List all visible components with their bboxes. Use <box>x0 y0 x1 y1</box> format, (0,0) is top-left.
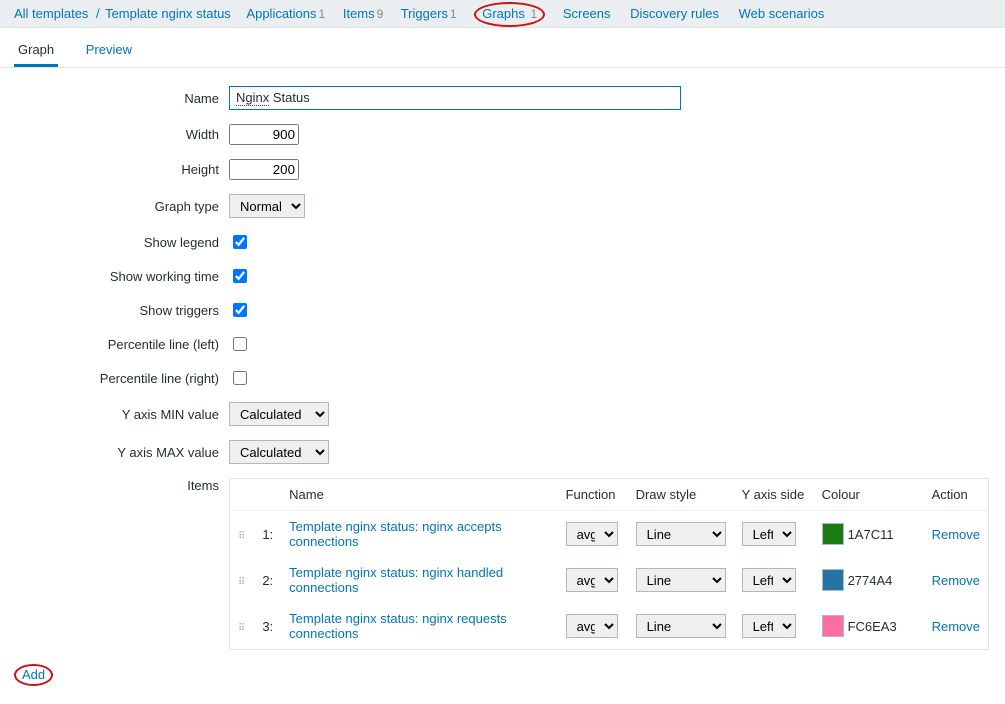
link-screens[interactable]: Screens <box>563 6 611 21</box>
func-select[interactable]: avg <box>566 522 618 546</box>
label-percleft: Percentile line (left) <box>14 337 229 352</box>
label-ymin: Y axis MIN value <box>14 407 229 422</box>
working-check[interactable] <box>233 269 247 283</box>
remove-link[interactable]: Remove <box>932 619 980 634</box>
side-select[interactable]: Left <box>742 522 796 546</box>
link-triggers[interactable]: Triggers <box>401 6 448 21</box>
items-table: Name Function Draw style Y axis side Col… <box>230 479 988 649</box>
count-graphs: 1 <box>531 7 538 21</box>
link-all-templates[interactable]: All templates <box>14 6 88 21</box>
draw-select[interactable]: Line <box>636 522 726 546</box>
breadcrumb-bar: All templates / Template nginx status Ap… <box>0 0 1005 28</box>
side-select[interactable]: Left <box>742 614 796 638</box>
color-code: 2774A4 <box>848 573 893 588</box>
func-select[interactable]: avg <box>566 568 618 592</box>
name-text-pre: Nginx <box>236 90 269 106</box>
tab-preview[interactable]: Preview <box>82 34 136 67</box>
item-link[interactable]: Template nginx status: nginx requests co… <box>289 611 507 641</box>
color-swatch[interactable] <box>822 569 844 591</box>
remove-link[interactable]: Remove <box>932 573 980 588</box>
highlight-graphs: Graphs 1 <box>474 2 545 27</box>
count-triggers: 1 <box>450 7 457 21</box>
tab-graph[interactable]: Graph <box>14 34 58 67</box>
ymax-select[interactable]: Calculated <box>229 440 329 464</box>
count-items: 9 <box>377 7 384 21</box>
label-ymax: Y axis MAX value <box>14 445 229 460</box>
label-graphtype: Graph type <box>14 199 229 214</box>
item-link[interactable]: Template nginx status: nginx handled con… <box>289 565 503 595</box>
side-select[interactable]: Left <box>742 568 796 592</box>
th-func: Function <box>558 479 628 511</box>
color-swatch[interactable] <box>822 615 844 637</box>
link-web[interactable]: Web scenarios <box>739 6 825 21</box>
th-action: Action <box>924 479 988 511</box>
label-name: Name <box>14 91 229 106</box>
percleft-check[interactable] <box>233 337 247 351</box>
link-applications[interactable]: Applications <box>246 6 316 21</box>
th-color: Colour <box>814 479 924 511</box>
draw-select[interactable]: Line <box>636 568 726 592</box>
table-row: ⠿ 1: Template nginx status: nginx accepts … <box>230 511 988 558</box>
height-input[interactable] <box>229 159 299 180</box>
name-text-post: Status <box>269 90 309 105</box>
label-items: Items <box>14 478 229 493</box>
label-working: Show working time <box>14 269 229 284</box>
func-select[interactable]: avg <box>566 614 618 638</box>
items-panel: Name Function Draw style Y axis side Col… <box>229 478 989 650</box>
graphtype-select[interactable]: Normal <box>229 194 305 218</box>
highlight-add: Add <box>14 664 53 686</box>
link-template[interactable]: Template nginx status <box>105 6 231 21</box>
row-index: 2: <box>254 557 281 603</box>
label-height: Height <box>14 162 229 177</box>
graph-form: Name Nginx Status Width Height Graph typ… <box>0 68 1005 704</box>
table-row: ⠿ 2: Template nginx status: nginx handled … <box>230 557 988 603</box>
width-input[interactable] <box>229 124 299 145</box>
drag-handle[interactable]: ⠿ <box>238 531 246 542</box>
row-index: 3: <box>254 603 281 649</box>
label-legend: Show legend <box>14 235 229 250</box>
th-yaxis: Y axis side <box>734 479 814 511</box>
add-item-link[interactable]: Add <box>22 667 45 682</box>
triggers-check[interactable] <box>233 303 247 317</box>
th-draw: Draw style <box>628 479 734 511</box>
row-index: 1: <box>254 511 281 558</box>
label-width: Width <box>14 127 229 142</box>
remove-link[interactable]: Remove <box>932 527 980 542</box>
drag-handle[interactable]: ⠿ <box>238 577 246 588</box>
table-row: ⠿ 3: Template nginx status: nginx requests… <box>230 603 988 649</box>
drag-handle[interactable]: ⠿ <box>238 623 246 634</box>
label-percright: Percentile line (right) <box>14 371 229 386</box>
color-code: 1A7C11 <box>848 527 894 542</box>
breadcrumb-sep: / <box>96 6 100 21</box>
color-code: FC6EA3 <box>848 619 897 634</box>
color-swatch[interactable] <box>822 523 844 545</box>
label-triggers: Show triggers <box>14 303 229 318</box>
percright-check[interactable] <box>233 371 247 385</box>
ymin-select[interactable]: Calculated <box>229 402 329 426</box>
item-link[interactable]: Template nginx status: nginx accepts con… <box>289 519 501 549</box>
count-applications: 1 <box>319 7 326 21</box>
link-items[interactable]: Items <box>343 6 375 21</box>
draw-select[interactable]: Line <box>636 614 726 638</box>
link-discovery[interactable]: Discovery rules <box>630 6 719 21</box>
subtabs: Graph Preview <box>0 34 1005 68</box>
legend-check[interactable] <box>233 235 247 249</box>
link-graphs[interactable]: Graphs <box>482 6 525 21</box>
name-input[interactable]: Nginx Status <box>229 86 681 110</box>
th-name: Name <box>281 479 557 511</box>
